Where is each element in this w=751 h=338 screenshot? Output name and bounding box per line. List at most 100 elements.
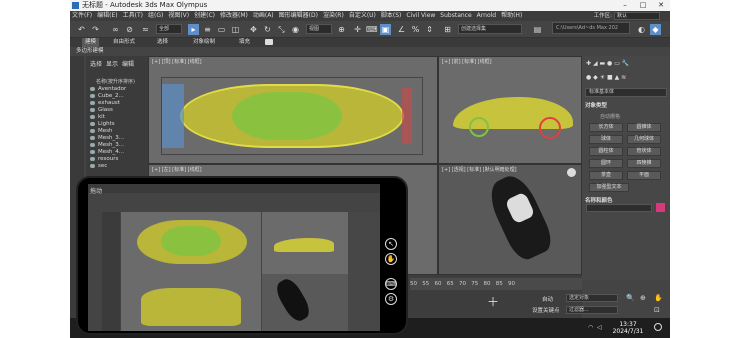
move-icon[interactable]: ✥ (248, 24, 259, 35)
ribbon-tab-modeling[interactable]: 建模 (82, 38, 100, 47)
menu-modifiers[interactable]: 修改器(M) (220, 12, 248, 19)
set-key-button[interactable]: 设置关键点 (532, 306, 560, 314)
menu-tools[interactable]: 工具(T) (123, 12, 143, 19)
object-color-swatch[interactable] (656, 203, 665, 212)
menu-help[interactable]: 帮助(H) (501, 12, 522, 19)
sphere-button[interactable]: 球体 (589, 135, 623, 144)
cone-button[interactable]: 圆锥体 (627, 123, 661, 132)
link-icon[interactable]: ∞ (110, 24, 121, 35)
name-color-rollout[interactable]: 名称和颜色 (585, 196, 613, 204)
visibility-icon[interactable] (90, 135, 95, 140)
pan-icon[interactable]: ✋ (654, 294, 663, 302)
angle-snap-icon[interactable]: ∠ (396, 24, 407, 35)
undo-icon[interactable]: ↶ (76, 24, 87, 35)
menu-animation[interactable]: 动画(A) (253, 12, 274, 19)
create-tab-icon[interactable]: ✚ (586, 60, 593, 67)
keyboard-shortcut-icon[interactable]: ⌨ (366, 24, 378, 35)
reference-coord-select[interactable]: 视图 (306, 24, 332, 34)
visibility-icon[interactable] (90, 142, 95, 147)
list-item[interactable]: Lights (90, 121, 115, 128)
pyramid-button[interactable]: 四棱锥 (627, 159, 661, 168)
menu-substance[interactable]: Substance (440, 12, 471, 19)
spacewarps-icon[interactable]: ≋ (621, 74, 626, 81)
visibility-icon[interactable] (90, 114, 95, 119)
visibility-icon[interactable] (90, 93, 95, 98)
key-filters-button[interactable]: 过滤器... (566, 306, 618, 314)
list-item[interactable]: Glass (90, 107, 113, 114)
list-item[interactable]: Aventador (90, 86, 126, 93)
project-path-field[interactable]: C:\Users\Ad~ds Max 202 (552, 22, 630, 34)
menu-group[interactable]: 组(G) (148, 12, 163, 19)
notification-icon[interactable] (654, 323, 662, 331)
list-item[interactable]: Mesh (90, 128, 112, 135)
selection-filter-select[interactable]: 全部 (156, 24, 182, 34)
list-item[interactable]: Mesh_3... (90, 135, 124, 142)
menu-file[interactable]: 文件(F) (72, 12, 92, 19)
viewport-front-label[interactable]: [+] [前] [标准] [线框] (442, 58, 492, 65)
menu-civil-view[interactable]: Civil View (406, 12, 435, 19)
menu-scripting[interactable]: 脚本(S) (381, 12, 402, 19)
tube-button[interactable]: 管状体 (627, 147, 661, 156)
minimize-icon[interactable]: – (616, 0, 634, 11)
hierarchy-tab-icon[interactable]: ▬ (599, 60, 607, 67)
bind-spacewarp-icon[interactable]: ≈ (140, 24, 151, 35)
utilities-tab-icon[interactable]: 🔧 (622, 60, 629, 67)
redo-icon[interactable]: ↷ (90, 24, 101, 35)
menu-view[interactable]: 视图(V) (168, 12, 189, 19)
menu-graph-editors[interactable]: 图形编辑器(D) (279, 12, 318, 19)
lights-icon[interactable]: ☀ (600, 74, 607, 81)
wifi-icon[interactable]: ◠ (588, 324, 593, 331)
menu-edit[interactable]: 编辑(E) (97, 12, 117, 19)
viewport-front[interactable]: [+] [前] [标准] [线框] (438, 56, 582, 164)
pivot-icon[interactable]: ⊕ (336, 24, 347, 35)
ribbon-toggle-icon[interactable] (265, 39, 273, 45)
ribbon-tab-freeform[interactable]: 自由形式 (110, 38, 138, 47)
viewport-perspective[interactable]: [+] [透视] [标准] [默认明暗处理] (438, 164, 582, 275)
keyboard-icon[interactable]: ⌨ (385, 278, 397, 290)
select-manipulate-icon[interactable]: ✛ (352, 24, 363, 35)
unlink-icon[interactable]: ⊘ (124, 24, 135, 35)
menu-customize[interactable]: 自定义(U) (349, 12, 376, 19)
volume-icon[interactable]: ◁ (597, 324, 602, 331)
menu-create[interactable]: 创建(C) (194, 12, 215, 19)
textplus-button[interactable]: 加强型文本 (589, 183, 629, 192)
sign-in-icon[interactable]: ◐ (636, 24, 647, 35)
named-selection-set-select[interactable]: 创建选择集 (458, 24, 522, 34)
cursor-icon[interactable]: ↖ (385, 238, 397, 250)
rotate-icon[interactable]: ↻ (262, 24, 273, 35)
place-icon[interactable]: ◉ (290, 24, 301, 35)
edit-named-selection-icon[interactable]: ⊞ (442, 24, 453, 35)
visibility-icon[interactable] (90, 156, 95, 161)
menu-rendering[interactable]: 渲染(R) (323, 12, 344, 19)
tab-select[interactable]: 选择 (90, 61, 102, 68)
snap-toggle-icon[interactable]: ▣ (380, 24, 391, 35)
viewport-top-label[interactable]: [+] [顶] [标准] [线框] (152, 58, 202, 65)
zoom-all-icon[interactable]: ⊕ (640, 294, 646, 302)
list-item[interactable]: Mesh_4... (90, 149, 124, 156)
cylinder-button[interactable]: 圆柱体 (589, 147, 623, 156)
scene-list-header[interactable]: 名称(按升序排序) (96, 78, 135, 85)
list-item[interactable]: resours (90, 156, 118, 163)
key-mode-select[interactable]: 选定对象 (566, 294, 618, 302)
visibility-icon[interactable] (90, 86, 95, 91)
ribbon-tab-populate[interactable]: 填充 (236, 38, 253, 47)
torus-button[interactable]: 圆环 (589, 159, 623, 168)
close-icon[interactable]: ✕ (652, 0, 670, 11)
list-item[interactable]: kit (90, 114, 105, 121)
scale-icon[interactable]: ⤡ (276, 24, 287, 35)
hand-icon[interactable]: ✋ (385, 253, 397, 265)
list-item[interactable]: exhaust (90, 100, 120, 107)
rect-region-icon[interactable]: ▭ (216, 24, 227, 35)
primitive-category-select[interactable]: 标准基本体 (585, 88, 667, 97)
object-type-rollout[interactable]: 对象类型 (585, 101, 607, 109)
percent-snap-icon[interactable]: % (410, 24, 421, 35)
window-crossing-icon[interactable]: ◫ (230, 24, 241, 35)
spinner-snap-icon[interactable]: ⇕ (424, 24, 435, 35)
zoom-icon[interactable]: 🔍 (626, 294, 635, 302)
ribbon-tab-selection[interactable]: 选择 (154, 38, 171, 47)
visibility-icon[interactable] (90, 100, 95, 105)
box-button[interactable]: 长方体 (589, 123, 623, 132)
tab-display[interactable]: 显示 (106, 61, 118, 68)
add-key-icon[interactable]: ＋ (478, 293, 508, 309)
visibility-icon[interactable] (90, 107, 95, 112)
